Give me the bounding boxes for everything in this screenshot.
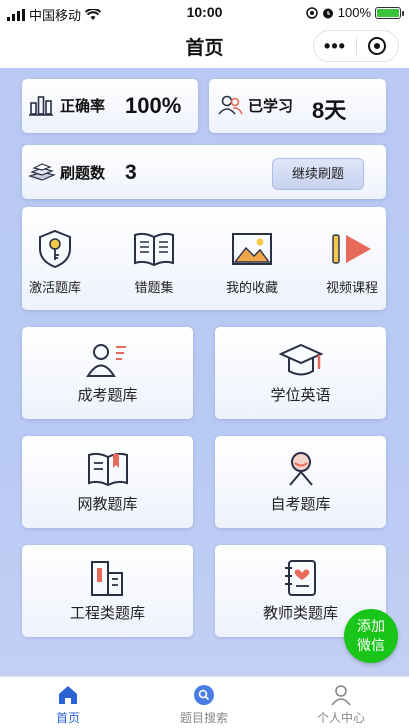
category-tile-degree-english[interactable]: 学位英语: [215, 327, 386, 419]
more-button[interactable]: •••: [314, 36, 356, 57]
continue-practice-button[interactable]: 继续刷题: [272, 158, 364, 190]
close-button[interactable]: [357, 37, 398, 55]
quick-links-panel: 激活题库 错题集 我的收藏 视频课程: [22, 207, 386, 310]
bar-chart-icon: [29, 96, 53, 116]
accuracy-label: 正确率: [60, 98, 106, 115]
category-tile-engineering[interactable]: 工程类题库: [22, 545, 193, 637]
search-icon: [154, 683, 254, 707]
target-icon: [368, 37, 387, 55]
miniprogram-capsule: •••: [313, 30, 399, 62]
quick-link-wrong-answers[interactable]: 错题集: [114, 227, 194, 296]
open-book-icon: [22, 450, 193, 488]
practiced-value: 3: [125, 161, 137, 184]
fab-line-2: 微信: [357, 637, 385, 653]
tab-bar: 首页 题目搜索 个人中心: [0, 676, 409, 728]
people-icon: [218, 95, 243, 115]
category-tile-self-study[interactable]: 自考题库: [215, 436, 386, 528]
quick-link-video[interactable]: 视频课程: [312, 227, 392, 296]
tab-home[interactable]: 首页: [18, 683, 118, 726]
category-label: 工程类题库: [69, 605, 145, 622]
practiced-label: 刷题数: [60, 165, 106, 182]
studied-card: 已学习 8天: [209, 79, 386, 133]
person-icon: [215, 450, 386, 488]
home-icon: [18, 683, 118, 707]
battery-percent: 100%: [337, 5, 371, 20]
quick-link-favorites[interactable]: 我的收藏: [212, 227, 292, 296]
accuracy-card: 正确率 100%: [22, 79, 198, 133]
book-icon: [114, 227, 194, 271]
status-right: 100%: [306, 5, 404, 20]
tab-label: 首页: [55, 711, 80, 725]
books-icon: [28, 163, 56, 181]
battery-icon: [375, 6, 404, 19]
nav-bar: 首页 •••: [0, 24, 409, 68]
quick-link-label: 激活题库: [28, 280, 81, 295]
person-edit-icon: [22, 341, 193, 379]
building-icon: [22, 559, 193, 597]
quick-link-label: 错题集: [134, 280, 174, 295]
tab-label: 题目搜索: [179, 711, 228, 725]
category-label: 网教题库: [77, 496, 138, 513]
category-tile-online-edu[interactable]: 网教题库: [22, 436, 193, 528]
fab-line-1: 添加: [357, 618, 385, 634]
tab-profile[interactable]: 个人中心: [291, 683, 391, 726]
alarm-icon: [322, 8, 333, 18]
tab-label: 个人中心: [316, 711, 365, 725]
studied-value: 8天: [312, 98, 347, 123]
add-wechat-button[interactable]: 添加 微信: [344, 609, 398, 663]
studied-label: 已学习: [248, 98, 294, 115]
image-icon: [212, 227, 292, 271]
status-bar: 中国移动 10:00 100%: [0, 0, 409, 24]
notebook-heart-icon: [215, 559, 386, 597]
category-label: 成考题库: [77, 387, 138, 404]
tab-search[interactable]: 题目搜索: [154, 683, 254, 726]
quick-link-label: 视频课程: [325, 280, 378, 295]
quick-link-label: 我的收藏: [225, 280, 278, 295]
graduation-cap-icon: [215, 341, 386, 379]
quick-link-activate[interactable]: 激活题库: [15, 227, 95, 296]
accuracy-value: 100%: [125, 93, 182, 118]
play-icon: [312, 227, 392, 271]
category-label: 学位英语: [270, 387, 331, 404]
category-tile-chengkao[interactable]: 成考题库: [22, 327, 193, 419]
user-icon: [291, 683, 391, 707]
category-label: 自考题库: [270, 496, 331, 513]
main-content: 正确率 100% 已学习 8天 刷题数 3 继续刷题 激活题库 错题集 我的收藏…: [0, 68, 409, 676]
key-shield-icon: [15, 227, 95, 271]
practiced-card: 刷题数 3 继续刷题: [22, 145, 386, 199]
location-icon: [306, 6, 318, 19]
